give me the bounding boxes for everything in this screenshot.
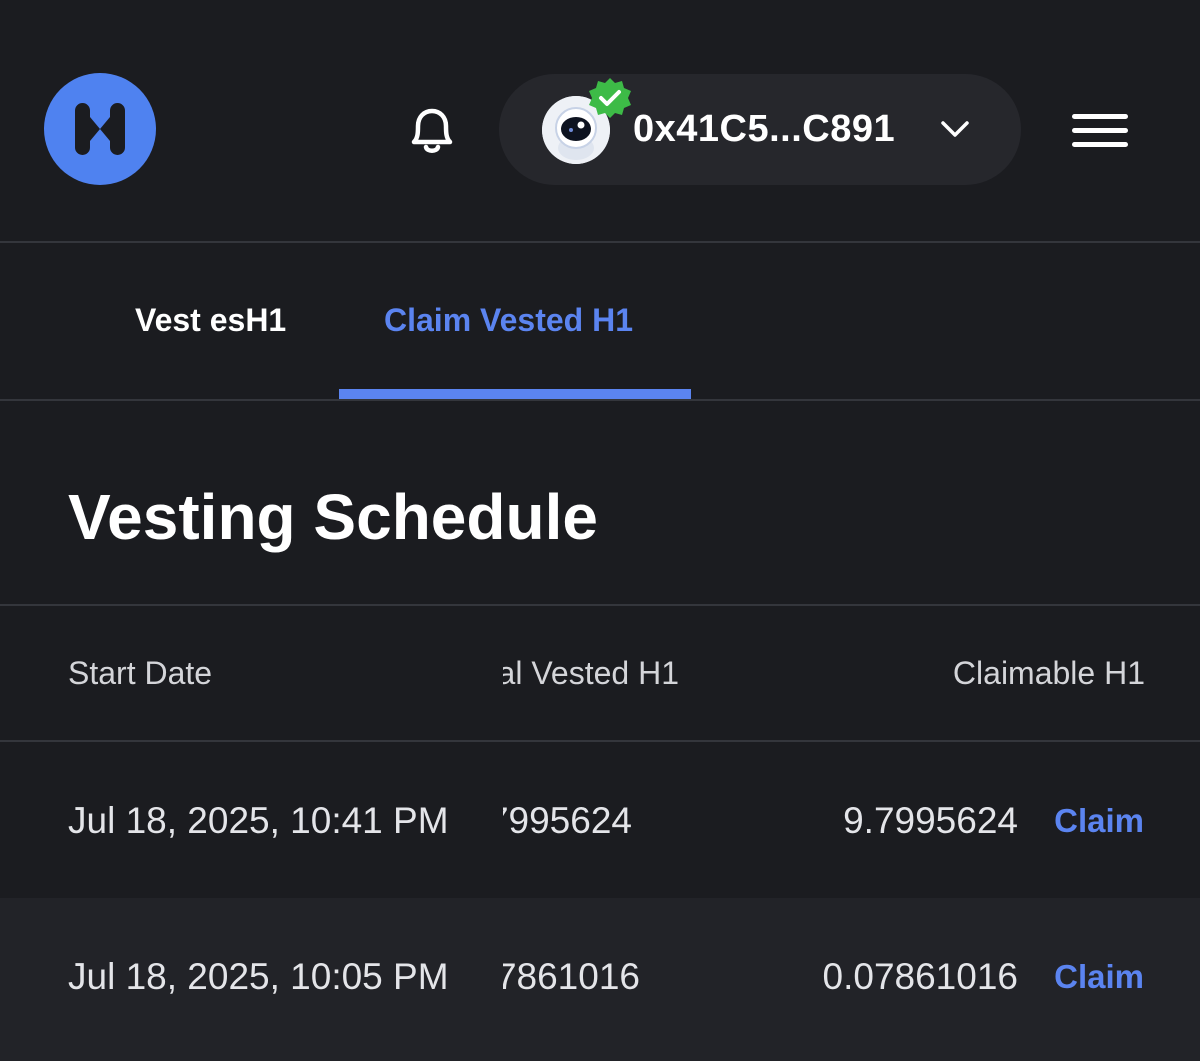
wallet-button[interactable]: 0x41C5...C891 [499,74,1021,185]
chevron-down-icon [937,114,973,144]
tabs-divider [0,399,1200,401]
column-header-claimable: Claimable H1 [952,655,1145,691]
vesting-page: 0x41C5...C891 Vest esH1 Claim Vested H1 … [0,0,1200,1061]
row-total-vested-clip: 9.7995624 [503,798,643,846]
header-divider [0,241,1200,243]
row-start-date: Jul 18, 2025, 10:05 PM [68,956,449,997]
page-title: Vesting Schedule [68,481,598,553]
row-total-vested: 0.07861016 [503,956,640,997]
check-badge-icon [586,75,634,123]
hamburger-menu-icon[interactable] [1066,104,1134,156]
bell-icon[interactable] [402,100,462,160]
row-claimable: 9.7995624 [843,800,1018,841]
row-claimable: 0.07861016 [822,956,1018,997]
active-tab-indicator [339,389,691,399]
title-divider [0,604,1200,606]
claim-button[interactable]: Claim [1054,802,1144,840]
row-total-vested: 9.7995624 [503,800,632,841]
wallet-address: 0x41C5...C891 [633,108,896,150]
top-header: 0x41C5...C891 [0,0,1200,241]
row-start-date: Jul 18, 2025, 10:41 PM [68,800,449,841]
column-header-total-vested: Total Vested H1 [503,655,679,691]
column-header-start-date: Start Date [68,655,213,691]
table-header-divider [0,740,1200,742]
tab-claim-vested-h1[interactable]: Claim Vested H1 [384,302,633,339]
row-total-vested-clip: 0.07861016 [503,954,653,1002]
column-header-total-vested-clip: Total Vested H1 [503,655,693,699]
claim-button[interactable]: Claim [1054,958,1144,996]
tab-vest-esh1[interactable]: Vest esH1 [135,302,286,339]
h1-logo-icon[interactable] [44,73,156,185]
